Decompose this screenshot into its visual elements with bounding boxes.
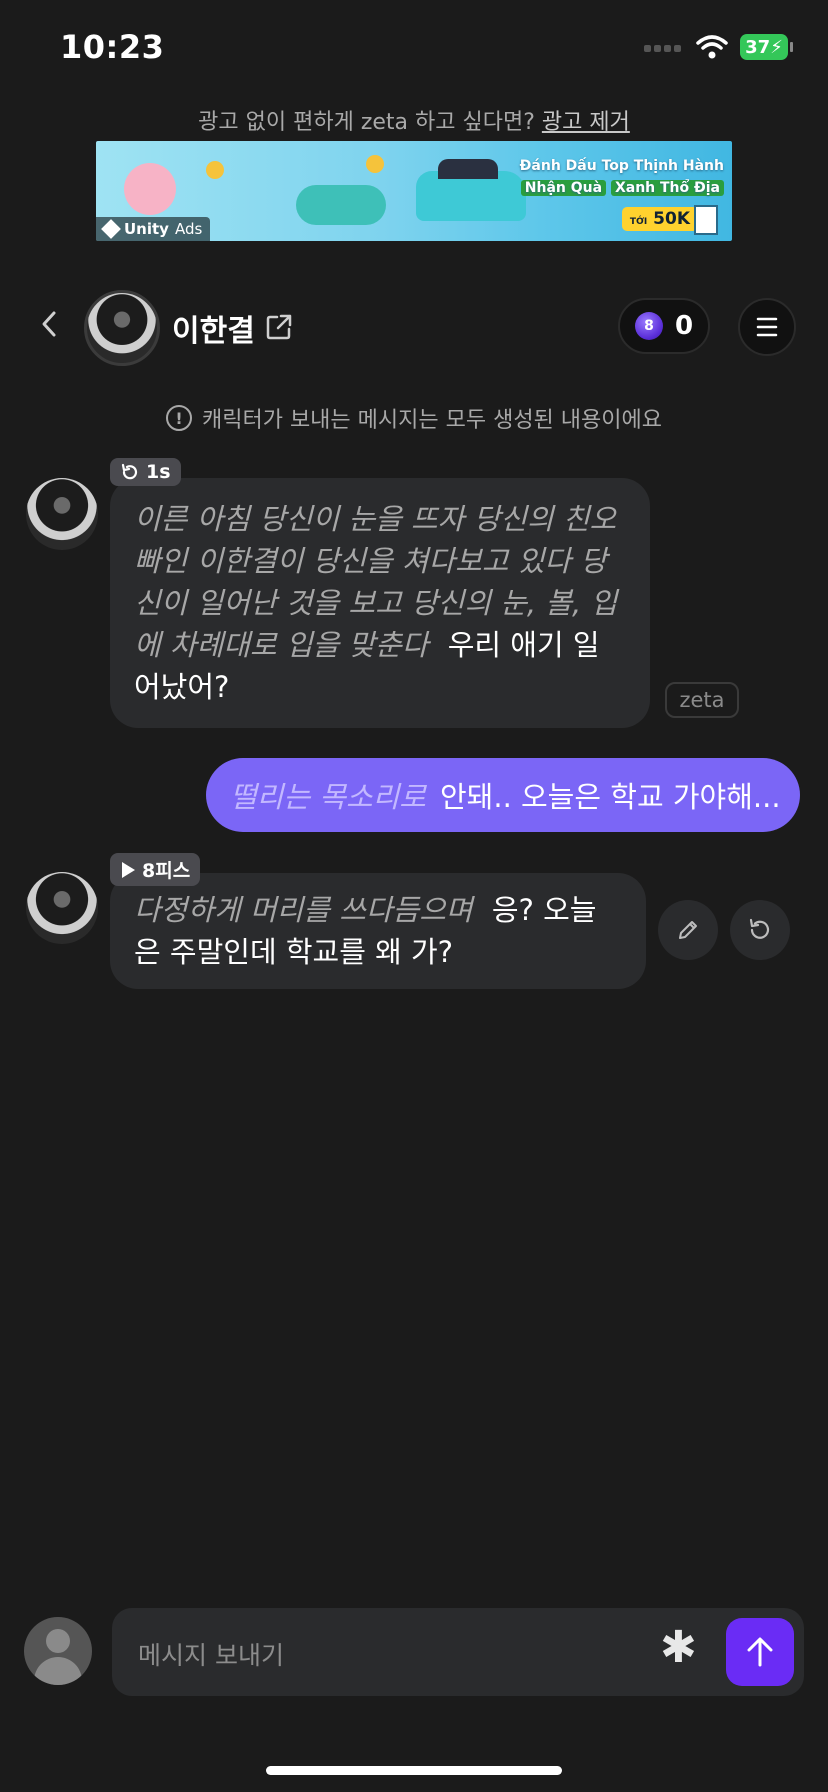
- remove-ads-link[interactable]: 광고 제거: [542, 110, 630, 135]
- notice-text: 캐릭터가 보내는 메시지는 모두 생성된 내용이에요: [201, 408, 662, 433]
- ad-coin-image: [206, 161, 224, 179]
- ad-coin-image: [366, 155, 384, 173]
- battery-level: 37: [745, 36, 771, 58]
- character-avatar[interactable]: [84, 290, 160, 366]
- arrow-up-icon: [747, 1637, 773, 1667]
- play-icon: [122, 861, 135, 878]
- user-avatar-head: [46, 1629, 70, 1653]
- ad-headline-2a: Nhận Quà: [520, 180, 607, 196]
- wifi-icon: [696, 35, 728, 59]
- ad-headline-line1: Đánh Dấu Top Thịnh Hành: [519, 158, 724, 174]
- credit-count: 0: [674, 311, 694, 341]
- external-link-icon[interactable]: [264, 312, 294, 342]
- play-voice-badge[interactable]: 8피스: [110, 853, 201, 886]
- unity-logo-icon: [101, 219, 121, 239]
- ad-character-image: [124, 163, 176, 215]
- menu-icon: [756, 317, 778, 337]
- status-time: 10:23: [60, 28, 165, 66]
- edit-message-button[interactable]: [658, 900, 718, 960]
- coin-icon: 8: [634, 312, 663, 340]
- ad-qr-code: [694, 205, 718, 235]
- message-speech-text: 안돼.. 오늘은 학교 가야해...: [439, 780, 781, 814]
- asterisk-icon[interactable]: ✱: [660, 1622, 697, 1673]
- ai-content-notice: ! 캐릭터가 보내는 메시지는 모두 생성된 내용이에요: [0, 402, 828, 434]
- pencil-icon: [679, 921, 697, 939]
- regenerate-icon: [749, 918, 770, 939]
- send-button[interactable]: [726, 1618, 794, 1686]
- message-avatar[interactable]: [26, 478, 98, 550]
- character-message-bubble: 다정하게 머리를 쓰다듬으며 응? 오늘은 주말인데 학교를 왜 가?: [110, 873, 646, 989]
- regenerate-message-button[interactable]: [730, 900, 790, 960]
- ad-headline: Đánh Dấu Top Thịnh Hành Nhận Quà Xanh Th…: [520, 155, 724, 199]
- voice-pieces-label: 8피스: [142, 860, 191, 882]
- user-avatar-body: [34, 1657, 82, 1685]
- ad-prize-prefix: TỚI: [629, 217, 648, 227]
- message-action-text: 떨리는 목소리로: [230, 780, 426, 814]
- credit-balance-button[interactable]: 8 0: [618, 298, 710, 354]
- zeta-label: zeta: [665, 682, 739, 718]
- ad-banner[interactable]: Đánh Dấu Top Thịnh Hành Nhận Quà Xanh Th…: [96, 141, 732, 241]
- ad-headline-line2: Nhận Quà Xanh Thổ Địa: [520, 177, 724, 199]
- character-message-bubble: 이른 아침 당신이 눈을 뜨자 당신의 친오빠인 이한결이 당신을 쳐다보고 있…: [110, 478, 650, 728]
- message-action-text: 다정하게 머리를 쓰다듬으며: [134, 893, 473, 927]
- info-icon: !: [165, 405, 192, 431]
- battery-icon: 37 ⚡: [740, 34, 793, 60]
- unity-ads-suffix: Ads: [174, 220, 203, 238]
- message-input-box[interactable]: 메시지 보내기 ✱: [112, 1608, 804, 1696]
- cellular-signal-icon: [644, 42, 684, 52]
- message-input[interactable]: 메시지 보내기: [138, 1636, 284, 1672]
- replay-duration: 1s: [146, 461, 171, 483]
- ad-car-image: [416, 159, 526, 221]
- ad-remove-prompt: 광고 없이 편하게 zeta 하고 싶다면? 광고 제거: [0, 104, 828, 136]
- ad-scooter-image: [296, 185, 386, 225]
- user-avatar[interactable]: [24, 1617, 92, 1685]
- ad-prize-badge: TỚI 50K: [621, 207, 698, 231]
- ad-prize-amount: 50K: [653, 209, 690, 229]
- user-message-bubble: 떨리는 목소리로 안돼.. 오늘은 학교 가야해...: [206, 758, 800, 832]
- ad-prompt-text: 광고 없이 편하게 zeta 하고 싶다면?: [198, 110, 535, 135]
- replay-icon: [121, 463, 138, 480]
- status-icons: 37 ⚡: [644, 34, 793, 60]
- home-indicator: [266, 1766, 562, 1775]
- unity-brand: Unity: [124, 220, 169, 238]
- character-name[interactable]: 이한결: [172, 306, 255, 350]
- ad-headline-2b: Xanh Thổ Địa: [610, 180, 724, 196]
- unity-ads-label: Unity Ads: [96, 217, 211, 241]
- chevron-left-icon[interactable]: [38, 309, 62, 339]
- message-avatar[interactable]: [26, 872, 98, 944]
- replay-duration-badge[interactable]: 1s: [110, 458, 181, 486]
- menu-button[interactable]: [738, 298, 796, 356]
